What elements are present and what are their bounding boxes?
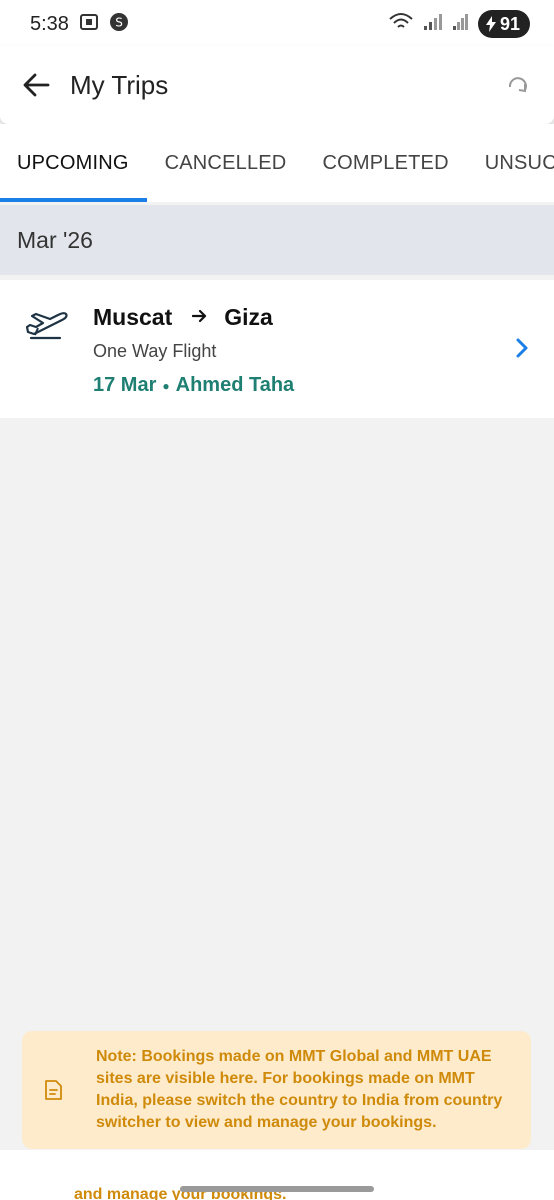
signal-icon [422,12,444,37]
refresh-button[interactable] [502,69,534,101]
signal-icon-2 [452,12,470,37]
page-title: My Trips [70,69,169,100]
status-time: 5:38 [30,12,69,35]
tab-completed[interactable]: COMPLETED [304,124,466,202]
trip-type: One Way Flight [93,341,217,361]
screenshot-icon [79,12,99,37]
trip-meta: 17 Mar ● Ahmed Taha [93,374,294,397]
charging-icon [485,16,496,32]
tab-unsuccessful[interactable]: UNSUCCESSFUL [467,124,554,202]
status-bar: 5:38 S 91 [0,0,554,48]
trip-info: Muscat Giza One Way Flight 17 Mar ● Ahme… [93,304,294,397]
origin-city: Muscat [93,304,173,330]
app-header: My Trips [0,46,554,124]
trip-tabs: UPCOMING CANCELLED COMPLETED UNSUCCESSFU… [0,124,554,202]
document-icon [45,1080,62,1100]
status-left: 5:38 S [30,12,129,37]
app-notification-icon: S [109,12,129,37]
svg-text:S: S [115,15,123,29]
trip-card[interactable]: Muscat Giza One Way Flight 17 Mar ● Ahme… [0,280,554,418]
separator-dot-icon: ● [162,378,170,393]
note-text: Note: Bookings made on MMT Global and MM… [96,1048,503,1131]
route-arrow-icon [192,307,208,328]
home-indicator[interactable] [180,1186,374,1192]
airplane-icon [24,308,70,344]
destination-city: Giza [224,304,273,330]
month-header: Mar '26 [0,205,554,275]
battery-level: 91 [499,13,520,34]
info-note: Note: Bookings made on MMT Global and MM… [22,1031,531,1149]
refresh-icon [508,77,527,93]
tab-upcoming[interactable]: UPCOMING [0,124,147,202]
tab-cancelled[interactable]: CANCELLED [147,124,305,202]
battery-indicator: 91 [477,10,530,38]
trip-route: Muscat Giza [93,304,294,331]
traveller-name: Ahmed Taha [175,374,295,396]
chevron-right-icon[interactable] [514,336,530,360]
back-arrow-icon [23,73,50,97]
wifi-icon [388,11,414,38]
status-right: 91 [388,10,530,38]
back-button[interactable] [20,69,52,101]
trip-date: 17 Mar [93,374,157,396]
